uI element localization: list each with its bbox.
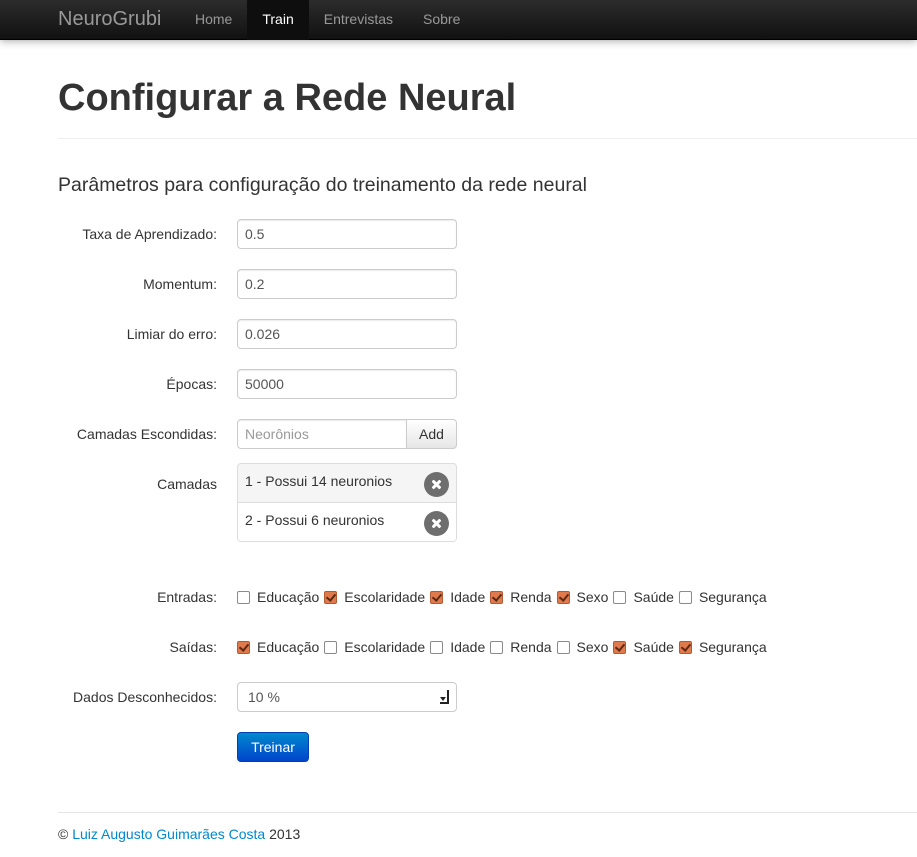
checkbox-box[interactable] [430,590,444,604]
layer-text: 1 - Possui 14 neuronios [245,473,393,489]
navbar: NeuroGrubi Home Train Entrevistas Sobre [0,0,917,40]
layers-list: 1 - Possui 14 neuronios 2 - Possui 6 neu… [237,463,457,542]
checkbox-box[interactable] [430,640,444,654]
checkbox-label: Idade [450,639,486,655]
error-threshold-label: Limiar do erro: [126,326,217,342]
checkbox-renda[interactable]: Renda [490,587,552,607]
checkbox-sexo[interactable]: Sexo [556,587,609,607]
checkbox-box[interactable] [324,590,338,604]
brand-link[interactable]: NeuroGrubi [58,0,161,40]
nav-item-sobre[interactable]: Sobre [408,0,475,40]
checkbox-box[interactable] [324,640,338,654]
momentum-input[interactable] [237,269,457,299]
checkbox-label: Segurança [698,639,767,655]
nav-item-home[interactable]: Home [180,0,247,40]
section-subtitle: Parâmetros para configuração do treiname… [58,174,587,196]
nav-item-entrevistas[interactable]: Entrevistas [309,0,408,40]
checkbox-box[interactable] [490,640,504,654]
copyright-symbol: © [58,826,69,842]
momentum-label: Momentum: [143,276,217,292]
hidden-layers-group: Add [237,419,457,449]
outputs-label: Saídas: [169,639,217,655]
checkbox-box[interactable] [556,590,570,604]
error-threshold-input[interactable] [237,319,457,349]
learning-rate-label: Taxa de Aprendizado: [82,226,217,242]
checkbox-saude[interactable]: Saúde [613,587,674,607]
checkbox-label: Saúde [633,639,674,655]
select-value: 10 % [248,689,280,705]
title-divider [58,138,917,139]
checkbox-label: Renda [510,589,552,605]
footer: © Luiz Augusto Guimarães Costa 2013 [58,824,300,844]
outputs-checkbox-group: Educação Escolaridade Idade Renda Sexo S… [237,637,772,657]
train-button[interactable]: Treinar [237,732,309,762]
inputs-checkbox-group: Educação Escolaridade Idade Renda Sexo S… [237,587,772,607]
remove-icon[interactable] [424,472,449,497]
remove-icon[interactable] [424,511,449,536]
checkbox-label: Sexo [576,589,609,605]
checkbox-box[interactable] [613,590,627,604]
layer-text: 2 - Possui 6 neuronios [245,512,385,528]
checkbox-label: Escolaridade [344,589,426,605]
checkbox-box[interactable] [490,590,504,604]
footer-divider [58,812,917,813]
checkbox-box[interactable] [237,640,250,654]
checkbox-idade[interactable]: Idade [430,587,485,607]
epochs-input[interactable] [237,369,457,399]
page-title: Configurar a Rede Neural [58,77,517,119]
checkbox-box[interactable] [613,640,627,654]
checkbox-label: Saúde [633,589,674,605]
checkbox-seguranca[interactable]: Segurança [678,587,767,607]
inputs-label: Entradas: [157,589,217,605]
checkbox-label: Segurança [698,589,767,605]
checkbox-escolaridade[interactable]: Escolaridade [324,587,425,607]
neurons-input[interactable] [237,419,407,449]
checkbox-box[interactable] [556,640,570,654]
checkbox-label: Idade [450,589,486,605]
unknown-data-label: Dados Desconhecidos: [73,689,217,705]
checkbox-label: Educação [257,589,320,605]
checkbox-saude[interactable]: Saúde [613,637,674,657]
unknown-data-select[interactable]: 10 % [237,682,457,712]
nav-menu: Home Train Entrevistas Sobre [180,0,475,40]
epochs-label: Épocas: [166,376,217,392]
footer-year: 2013 [269,826,301,842]
hidden-layers-label: Camadas Escondidas: [76,426,217,442]
checkbox-box[interactable] [678,640,692,654]
checkbox-sexo[interactable]: Sexo [556,637,609,657]
checkbox-box[interactable] [678,590,692,604]
checkbox-educacao[interactable]: Educação [237,587,319,607]
author-link[interactable]: Luiz Augusto Guimarães Costa [72,826,265,842]
layers-label: Camadas [157,476,217,492]
checkbox-label: Escolaridade [344,639,426,655]
nav-item-train[interactable]: Train [247,0,309,40]
checkbox-renda[interactable]: Renda [490,637,552,657]
checkbox-label: Educação [257,639,320,655]
checkbox-label: Sexo [576,639,609,655]
dropdown-arrow-icon [440,690,449,704]
checkbox-box[interactable] [237,590,250,604]
checkbox-idade[interactable]: Idade [430,637,485,657]
add-layer-button[interactable]: Add [406,419,457,449]
list-item: 1 - Possui 14 neuronios [238,464,456,503]
checkbox-label: Renda [510,639,552,655]
checkbox-escolaridade[interactable]: Escolaridade [324,637,425,657]
checkbox-educacao[interactable]: Educação [237,637,319,657]
checkbox-seguranca[interactable]: Segurança [678,637,767,657]
list-item: 2 - Possui 6 neuronios [238,503,456,541]
learning-rate-input[interactable] [237,219,457,249]
